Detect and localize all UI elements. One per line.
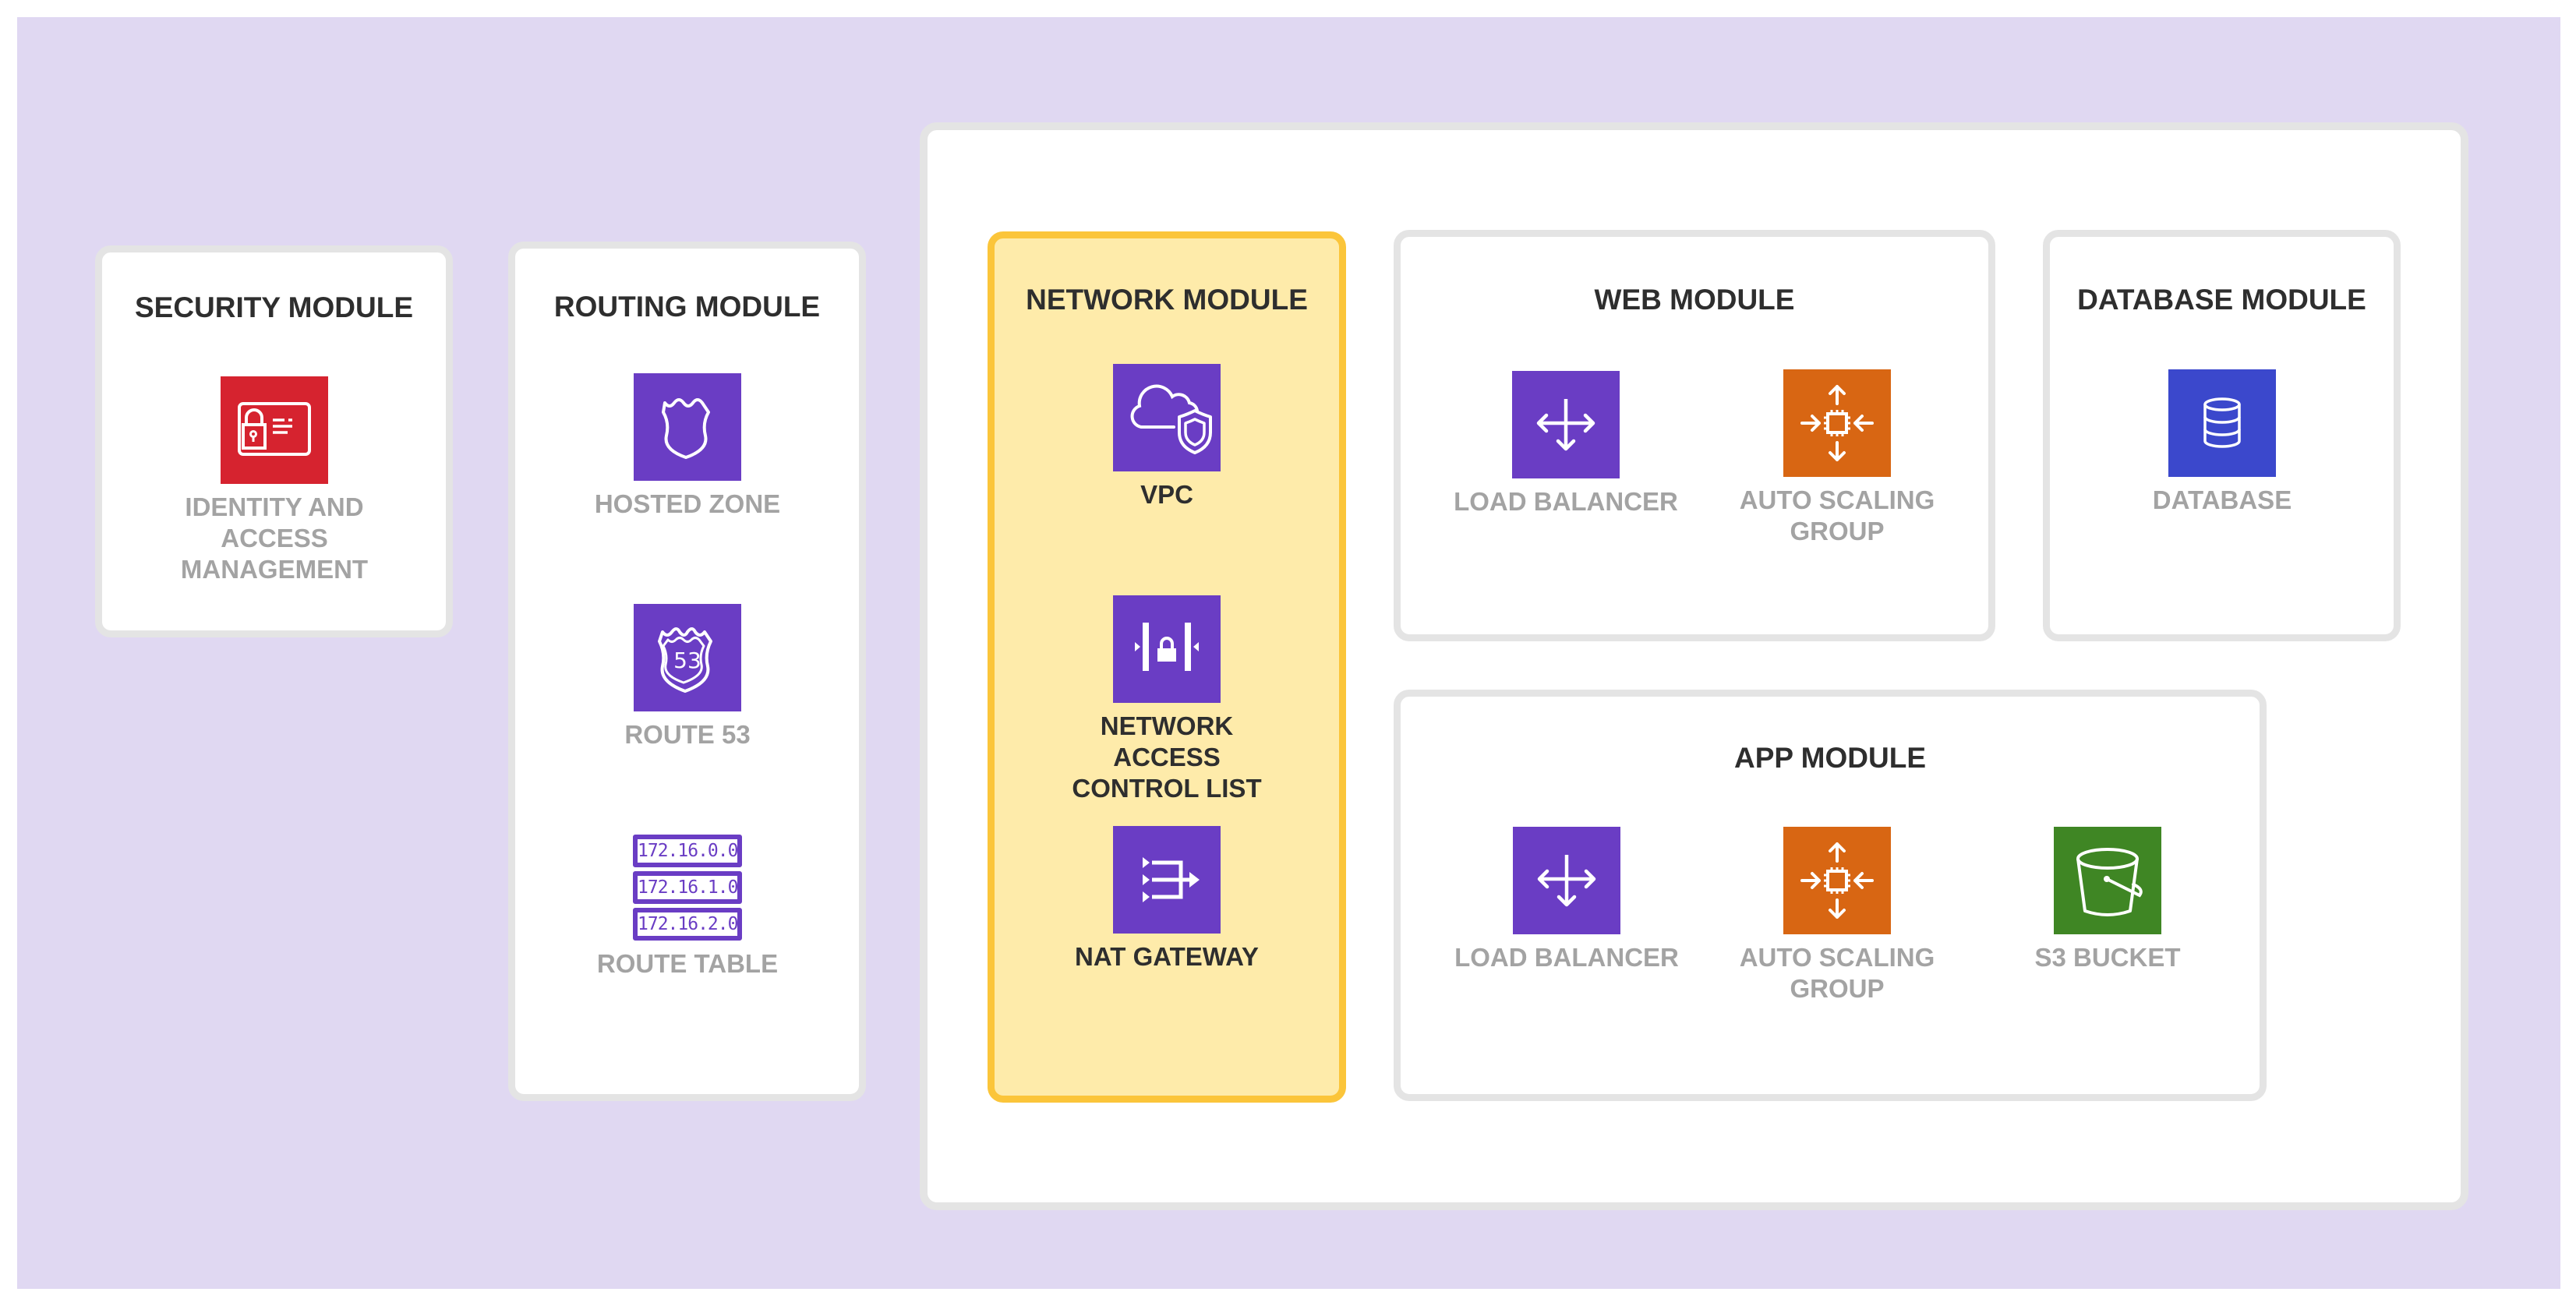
item-label: LOAD BALANCER <box>1454 487 1678 516</box>
app-module: APP MODULE LOAD BALANCER AUTO SCALING GR… <box>1394 690 2267 1101</box>
module-title: NETWORK MODULE <box>1026 284 1308 316</box>
route53-icon-text: 53 <box>673 648 701 673</box>
nat-gateway-item: NAT GATEWAY <box>1050 826 1284 972</box>
module-title: DATABASE MODULE <box>2077 284 2366 316</box>
auto-scaling-item: AUTO SCALING GROUP <box>1720 369 1954 547</box>
s3-bucket-item: S3 BUCKET <box>1991 827 2224 973</box>
item-label: NAT GATEWAY <box>1075 942 1259 971</box>
nacl-item: NETWORK ACCESS CONTROL LIST <box>1050 595 1284 804</box>
item-label: ROUTE 53 <box>624 720 751 749</box>
item-label: LOAD BALANCER <box>1454 943 1679 972</box>
security-module: SECURITY MODULE IDENTITY AND ACCESS MANA… <box>95 245 453 637</box>
routing-module: ROUTING MODULE HOSTED ZONE 53 ROUTE 53 1… <box>508 242 866 1101</box>
auto-scaling-item: AUTO SCALING GROUP <box>1720 827 1954 1004</box>
route-entry: 172.16.0.0 <box>633 835 742 867</box>
web-module: WEB MODULE LOAD BALANCER AUTO SCALING GR… <box>1394 230 1995 641</box>
vpc-item: VPC <box>1050 364 1284 510</box>
database-item: DATABASE <box>2105 369 2339 516</box>
cloud-shield-icon <box>1113 364 1221 471</box>
route-entry: 172.16.1.0 <box>633 871 742 904</box>
module-title: SECURITY MODULE <box>134 291 413 323</box>
module-title: APP MODULE <box>1733 742 1926 774</box>
module-title: ROUTING MODULE <box>553 291 821 323</box>
item-label: VPC <box>1140 480 1193 509</box>
hosted-zone-item: HOSTED ZONE <box>571 373 804 520</box>
nat-gateway-icon <box>1113 826 1221 934</box>
auto-scaling-icon <box>1783 827 1891 934</box>
item-label: AUTO SCALING GROUP <box>1739 943 1935 1003</box>
route53-shield-icon: 53 <box>634 604 741 711</box>
item-label: AUTO SCALING GROUP <box>1739 485 1935 545</box>
item-label: IDENTITY AND ACCESS MANAGEMENT <box>180 492 369 584</box>
auto-scaling-icon <box>1783 369 1891 477</box>
route-table-icon: 172.16.0.0 172.16.1.0 172.16.2.0 <box>633 835 742 941</box>
network-module: NETWORK MODULE VPC NETWORK ACCESS CONTRO… <box>988 231 1346 1103</box>
load-balancer-item: LOAD BALANCER <box>1449 371 1683 517</box>
module-title: WEB MODULE <box>1594 284 1795 316</box>
route-entry: 172.16.2.0 <box>633 908 742 941</box>
item-label: DATABASE <box>2152 485 2292 514</box>
database-module: DATABASE MODULE DATABASE <box>2043 230 2401 641</box>
item-label: ROUTE TABLE <box>596 949 779 978</box>
item-label: NETWORK ACCESS CONTROL LIST <box>1072 711 1262 803</box>
item-label: S3 BUCKET <box>2034 943 2181 972</box>
load-balancer-icon <box>1512 371 1620 478</box>
nacl-lock-icon <box>1113 595 1221 703</box>
shield-badge-icon <box>634 373 741 481</box>
item-label: HOSTED ZONE <box>594 489 781 518</box>
route-table-item: 172.16.0.0 172.16.1.0 172.16.2.0 ROUTE T… <box>571 835 804 980</box>
database-icon <box>2168 369 2276 477</box>
iam-lock-card-icon <box>221 376 328 484</box>
iam-item: IDENTITY AND ACCESS MANAGEMENT <box>157 376 391 585</box>
route53-item: 53 ROUTE 53 <box>571 604 804 750</box>
load-balancer-icon <box>1513 827 1620 934</box>
s3-bucket-icon <box>2054 827 2161 934</box>
load-balancer-item: LOAD BALANCER <box>1450 827 1684 973</box>
